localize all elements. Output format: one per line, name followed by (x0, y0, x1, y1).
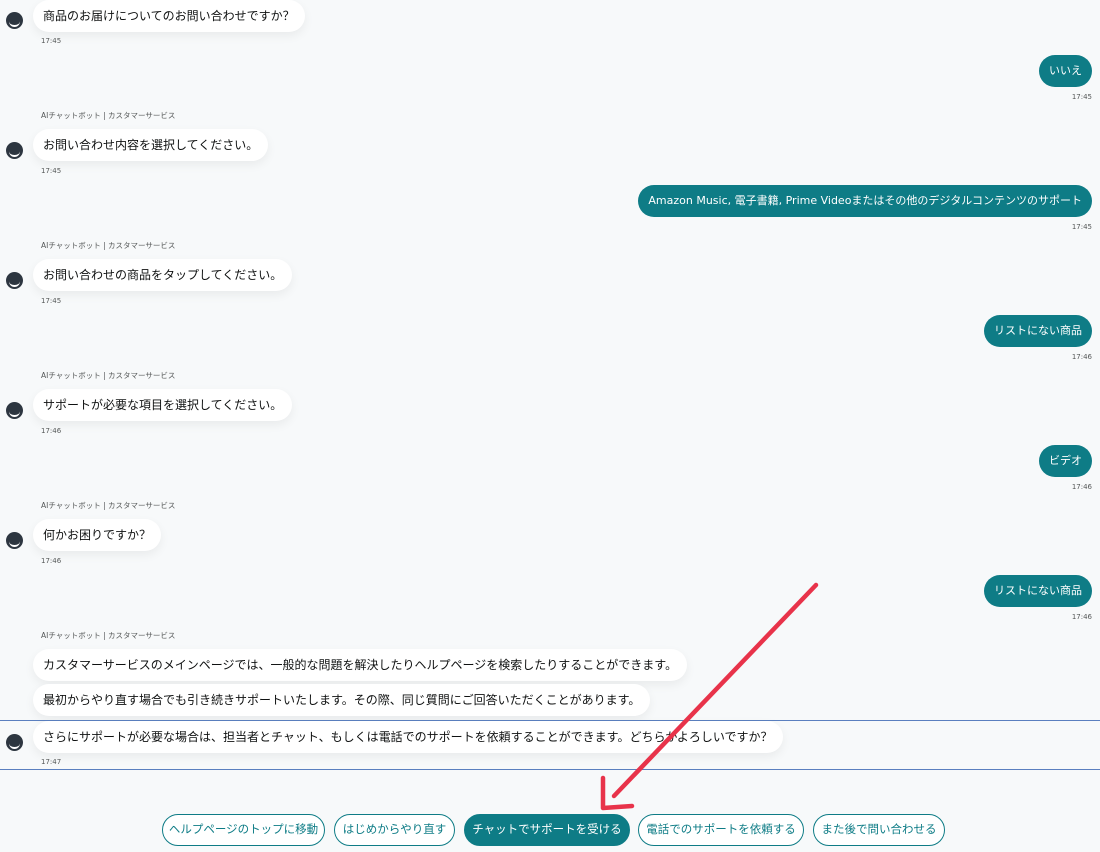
bot-message-highlighted: さらにサポートが必要な場合は、担当者とチャット、もしくは電話でのサポートを依頼す… (33, 721, 783, 753)
bot-message: サポートが必要な項目を選択してください。 (33, 389, 293, 421)
message-timestamp: 17:45 (41, 297, 62, 305)
bot-avatar-icon (6, 532, 23, 549)
bot-avatar-icon (6, 402, 23, 419)
message-timestamp: 17:45 (1071, 223, 1092, 231)
bot-message: お問い合わせ内容を選択してください。 (33, 129, 269, 161)
bot-message: お問い合わせの商品をタップしてください。 (33, 259, 293, 291)
option-contact-later-button[interactable]: また後で問い合わせる (813, 814, 945, 846)
message-timestamp: 17:46 (41, 557, 62, 565)
message-timestamp: 17:47 (41, 758, 62, 766)
bot-name: AIチャットボット | カスタマーサービス (41, 241, 176, 250)
user-message: リストにない商品 (984, 315, 1092, 347)
bot-name: AIチャットボット | カスタマーサービス (41, 371, 176, 380)
option-restart-button[interactable]: はじめからやり直す (334, 814, 455, 846)
bot-message: カスタマーサービスのメインページでは、一般的な問題を解決したりヘルプページを検索… (33, 649, 688, 681)
message-timestamp: 17:46 (1071, 613, 1092, 621)
user-message: いいえ (1039, 55, 1092, 87)
bot-name: AIチャットボット | カスタマーサービス (41, 501, 176, 510)
user-message: Amazon Music, 電子書籍, Prime Videoまたはその他のデジ… (638, 185, 1092, 217)
message-timestamp: 17:46 (1071, 483, 1092, 491)
bot-message: 商品のお届けについてのお問い合わせですか？ (33, 0, 305, 32)
option-help-top-button[interactable]: ヘルプページのトップに移動 (162, 814, 325, 846)
message-timestamp: 17:45 (41, 167, 62, 175)
message-timestamp: 17:46 (1071, 353, 1092, 361)
highlight-line-bottom (0, 769, 1100, 770)
option-phone-support-button[interactable]: 電話でのサポートを依頼する (638, 814, 804, 846)
message-timestamp: 17:45 (1071, 93, 1092, 101)
bot-name: AIチャットボット | カスタマーサービス (41, 631, 176, 640)
message-timestamp: 17:46 (41, 427, 62, 435)
bot-message: 何かお困りですか？ (33, 519, 162, 551)
message-timestamp: 17:45 (41, 37, 62, 45)
user-message: ビデオ (1039, 445, 1092, 477)
bot-avatar-icon (6, 142, 23, 159)
option-chat-support-button[interactable]: チャットでサポートを受ける (464, 814, 630, 846)
bot-avatar-icon (6, 734, 23, 751)
bot-avatar-icon (6, 12, 23, 29)
user-message: リストにない商品 (984, 575, 1092, 607)
bot-message: 最初からやり直す場合でも引き続きサポートいたします。その際、同じ質問にご回答いた… (33, 684, 651, 716)
bot-avatar-icon (6, 272, 23, 289)
bot-name: AIチャットボット | カスタマーサービス (41, 111, 176, 120)
